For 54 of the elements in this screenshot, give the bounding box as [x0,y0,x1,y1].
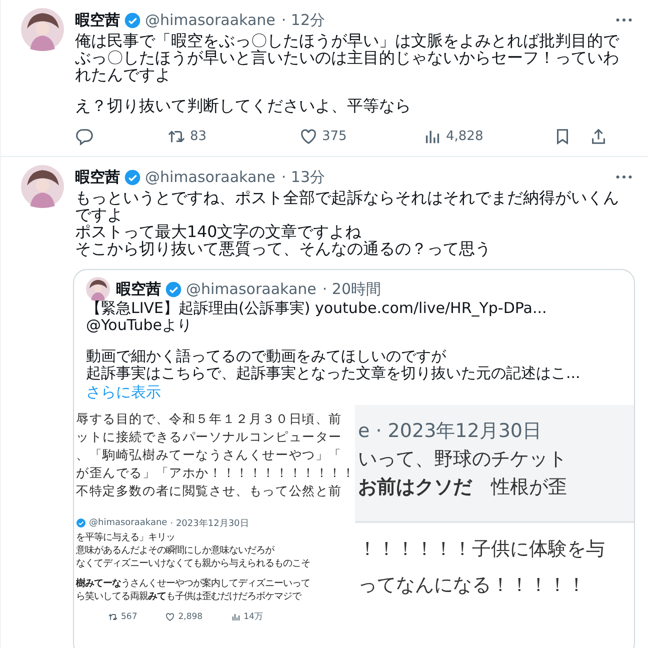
stat-count: 567 [121,612,138,622]
document-text-line: 辱する目的で、令和５年１２月３０日頃、前 [76,411,343,427]
avatar[interactable] [21,165,64,208]
post-text: ポストって最大140文字の文章ですよね [75,223,362,240]
document-text-line: 不特定多数の者に閲覧させ、もって公然と前 [76,483,343,499]
reply-icon[interactable] [75,126,94,146]
post-text: 起訴事実はこちらで、起訴事実となった文章を切り抜いた元の記述はこ... [86,365,582,382]
post-text: 俺は民事で「暇空をぶっ〇したほうが早い」は文脈をよみとれば批判目的でぶっ〇したほうが早いと言いたいのは主目的じゃないからセーフ！っていわれたんですよ [75,32,620,83]
avatar[interactable] [21,8,64,51]
stat-count: 2,898 [178,612,203,622]
post-text-line: いって、野球のチケット [358,447,568,471]
post-text-line: 樹みてーなうさんくせーやつが案内してディズニーいって [76,577,311,590]
post-text-line: お前はクソだ 性根が歪 [358,475,568,499]
action-count: 375 [322,128,347,144]
post-text: 動画で細かく語ってるので動画をみてほしいのですが [86,348,447,365]
post-text: え？切り抜いて判断してくださいよ、平等なら [75,97,412,114]
post-text-line: ！！！！！！子供に体験を与 [358,537,606,561]
author-name: 暇空茜 [116,280,161,298]
document-text-line: 、「駒崎弘樹みてーなうさんくせーやつ」「 [76,447,343,463]
author-name[interactable]: 暇空茜 [75,168,120,186]
post-text-line: ってなんになる！！！！！ [358,573,587,597]
post-text-line: ら笑いしてる両親みても子供は歪むだけだろボケマジで [76,590,302,603]
heart-icon [165,612,176,622]
handle[interactable]: @himasoraakane [145,11,276,29]
repost-icon [108,612,118,622]
post-text-line: を平等に与える」キリッ [76,531,176,544]
action-count: 4,828 [446,128,484,144]
quoted-post[interactable] [73,269,635,648]
post-text-line: 意味があるんだよその瞬間にしか意味ないだろが [76,544,276,557]
more-icon[interactable] [616,18,632,22]
share-icon[interactable] [589,126,608,146]
timestamp: e · 2023年12月30日 [358,419,543,443]
bar-chart-icon [230,612,241,622]
post-text-line: なくてディズニーいけなくても親から与えられるものこそ [76,557,311,570]
post-text: もっというとですね、ポスト全部で起訴ならそれはそれでまだ納得がいくんですよ [75,189,620,223]
heart-icon[interactable] [299,126,318,146]
post-screenshot[interactable]: e · 2023年12月30日 いって、野球のチケット お前はクソだ 性根が歪 ！！！！！！子供に体験を与 ってなんになる！！！！！ [355,405,634,648]
timestamp: · 20時間 [322,280,381,298]
action-count: 83 [190,128,207,144]
document-text-line: が歪んでる」「アホか！！！！！！！！！！！ [76,465,351,481]
handle: @himasoraakane [89,518,168,528]
stat-count: 14万 [244,611,264,623]
author-name[interactable]: 暇空茜 [75,10,120,30]
timestamp: · 2023年12月30日 [170,518,249,530]
avatar [86,277,110,301]
more-icon[interactable] [616,175,632,179]
handle: @himasoraakane [186,280,316,298]
timestamp[interactable]: · 12分 [281,10,325,30]
post-text: @YouTubeより [86,317,193,334]
timestamp[interactable]: · 13分 [281,168,325,186]
post-text: 【緊急LIVE】起訴理由(公訴事実) youtube.com/live/HR_Yp-DPa... [86,300,548,317]
document-text-line: ットに接続できるパーソナルコンピューター [76,429,343,445]
handle[interactable]: @himasoraakane [145,168,276,186]
post-text: そこから切り抜いて悪質って、そんなの通るの？って思う [75,240,492,257]
